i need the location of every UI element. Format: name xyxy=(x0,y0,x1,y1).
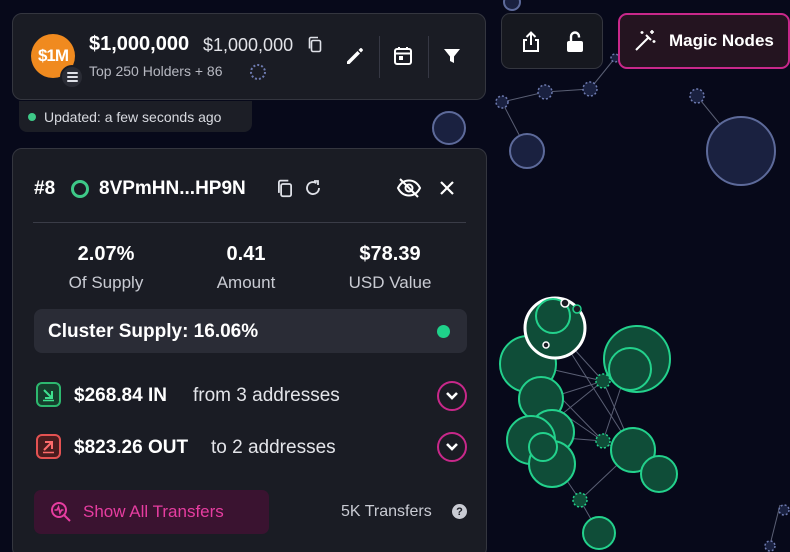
show-all-transfers-label: Show All Transfers xyxy=(83,502,224,521)
outflow-icon xyxy=(36,434,61,459)
edit-button[interactable] xyxy=(341,42,369,70)
stat-value: 2.07% xyxy=(77,243,135,265)
share-button[interactable] xyxy=(516,27,546,57)
stat-value: 0.41 xyxy=(226,243,266,265)
stat-label: USD Value xyxy=(348,273,432,292)
transfers-count: 5K Transfers xyxy=(341,503,432,520)
stat-label: Of Supply xyxy=(68,273,144,292)
inflow-amount: $268.84 IN xyxy=(74,385,167,406)
share-icon xyxy=(523,31,539,52)
pencil-icon xyxy=(347,48,363,64)
holder-status-ring-icon xyxy=(71,180,89,198)
outflow-amount: $823.26 OUT xyxy=(74,437,189,458)
chevron-down-icon xyxy=(446,392,458,400)
expand-inflow-button[interactable] xyxy=(437,381,467,411)
stat-value: $78.39 xyxy=(359,243,421,265)
show-all-transfers-button[interactable]: Show All Transfers xyxy=(34,490,269,534)
hide-holder-button[interactable] xyxy=(395,177,423,199)
market-cap-secondary: $1,000,000 xyxy=(203,35,294,55)
update-status-text: Updated: a few seconds ago xyxy=(44,108,222,125)
holder-detail-panel: #8 8VPmHN...HP9N 2.07% Of Supply 0.41 Am… xyxy=(12,148,487,552)
token-header-card: $1M $1,000,000 $1,000,000 Top 250 Holder… xyxy=(12,13,486,100)
filter-icon xyxy=(444,49,460,63)
eye-off-icon xyxy=(396,178,422,198)
copy-address-button[interactable] xyxy=(274,178,296,200)
chevron-down-icon xyxy=(446,443,458,451)
date-button[interactable] xyxy=(389,42,417,70)
stat-label: Amount xyxy=(216,273,276,292)
divider xyxy=(428,36,429,78)
map-controls xyxy=(501,13,603,69)
market-cap: $1,000,000 xyxy=(89,33,190,55)
cluster-supply-text: Cluster Supply: 16.06% xyxy=(48,321,259,342)
status-dot xyxy=(28,112,36,121)
holder-address[interactable]: 8VPmHN...HP9N xyxy=(99,178,246,200)
copy-icon[interactable] xyxy=(307,36,323,54)
calendar-icon xyxy=(394,47,412,65)
cluster-color-dot xyxy=(437,325,450,338)
refresh-button[interactable] xyxy=(302,177,324,199)
magic-wand-icon xyxy=(635,30,656,51)
holder-rank: #8 xyxy=(34,178,56,199)
stat-supply: 2.07% Of Supply xyxy=(46,243,166,293)
copy-icon xyxy=(278,179,292,198)
holders-subtitle: Top 250 Holders + 86 xyxy=(89,63,223,79)
refresh-icon xyxy=(306,180,320,195)
transfer-search-icon xyxy=(51,502,71,522)
loading-spinner-icon xyxy=(250,64,266,80)
stat-usd-value: $78.39 USD Value xyxy=(328,243,452,293)
lock-button[interactable] xyxy=(560,27,590,57)
outflow-description: to 2 addresses xyxy=(211,437,336,458)
unlock-icon xyxy=(567,31,583,52)
stat-amount: 0.41 Amount xyxy=(186,243,306,293)
magic-nodes-label: Magic Nodes xyxy=(669,31,774,50)
help-icon[interactable]: ? xyxy=(452,504,467,519)
divider xyxy=(379,36,380,78)
cluster-supply-bar[interactable]: Cluster Supply: 16.06% xyxy=(34,309,467,353)
update-status: Updated: a few seconds ago xyxy=(19,101,252,132)
inflow-description: from 3 addresses xyxy=(193,385,340,406)
chain-badge-icon xyxy=(60,65,84,89)
filter-button[interactable] xyxy=(438,42,466,70)
close-icon xyxy=(440,181,454,195)
close-button[interactable] xyxy=(436,177,458,199)
magic-nodes-button[interactable]: Magic Nodes xyxy=(618,13,790,69)
inflow-icon xyxy=(36,382,61,407)
divider xyxy=(33,222,466,223)
expand-outflow-button[interactable] xyxy=(437,432,467,462)
